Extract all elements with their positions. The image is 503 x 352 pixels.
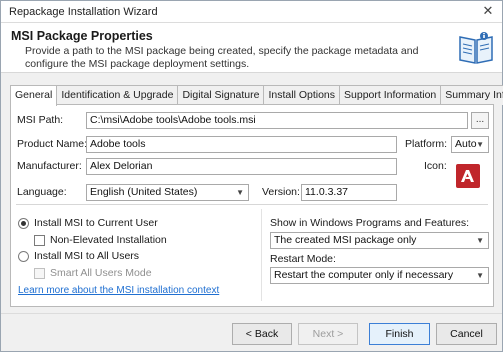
product-name-label: Product Name: bbox=[17, 138, 88, 150]
msi-path-input[interactable]: C:\msi\Adobe tools\Adobe tools.msi bbox=[86, 112, 468, 129]
adobe-icon bbox=[456, 164, 480, 188]
tab-digital-signature[interactable]: Digital Signature bbox=[177, 85, 265, 105]
back-button[interactable]: < Back bbox=[232, 323, 292, 345]
tab-general[interactable]: General bbox=[10, 85, 58, 106]
install-current-user-label[interactable]: Install MSI to Current User bbox=[34, 217, 158, 229]
restart-mode-label: Restart Mode: bbox=[270, 253, 336, 265]
general-panel: MSI Path: C:\msi\Adobe tools\Adobe tools… bbox=[10, 104, 494, 307]
section-divider bbox=[16, 204, 488, 205]
install-all-users-radio[interactable] bbox=[18, 251, 29, 262]
platform-value: Auto bbox=[455, 138, 477, 150]
chevron-down-icon: ▼ bbox=[476, 271, 484, 280]
footer-divider bbox=[1, 313, 502, 314]
cancel-button[interactable]: Cancel bbox=[436, 323, 497, 345]
show-in-programs-value: The created MSI package only bbox=[274, 234, 417, 246]
platform-label: Platform: bbox=[405, 138, 448, 150]
title-bar: Repackage Installation Wizard ✕ bbox=[1, 1, 502, 23]
learn-more-link[interactable]: Learn more about the MSI installation co… bbox=[18, 285, 219, 296]
language-label: Language: bbox=[17, 186, 67, 198]
msi-path-label: MSI Path: bbox=[17, 114, 64, 126]
browse-button[interactable]: ... bbox=[471, 112, 489, 129]
non-elevated-label[interactable]: Non-Elevated Installation bbox=[50, 234, 167, 246]
wizard-header: MSI Package Properties Provide a path to… bbox=[1, 23, 502, 73]
page-description: Provide a path to the MSI package being … bbox=[25, 45, 419, 70]
tab-summary-info[interactable]: Summary Info bbox=[440, 85, 503, 105]
language-value: English (United States) bbox=[90, 186, 198, 198]
version-input[interactable]: 11.0.3.37 bbox=[301, 184, 397, 201]
next-button[interactable]: Next > bbox=[298, 323, 358, 345]
manufacturer-label: Manufacturer: bbox=[17, 160, 82, 172]
tab-identification-upgrade[interactable]: Identification & Upgrade bbox=[56, 85, 179, 105]
tab-install-options[interactable]: Install Options bbox=[263, 85, 341, 105]
version-label: Version: bbox=[262, 186, 300, 198]
chevron-down-icon: ▼ bbox=[236, 188, 244, 197]
install-all-users-label[interactable]: Install MSI to All Users bbox=[34, 250, 139, 262]
platform-dropdown[interactable]: Auto ▼ bbox=[451, 136, 489, 153]
icon-label: Icon: bbox=[424, 160, 447, 172]
page-title: MSI Package Properties bbox=[11, 29, 153, 43]
window-title: Repackage Installation Wizard bbox=[9, 6, 158, 18]
tab-bar: General Identification & Upgrade Digital… bbox=[10, 85, 503, 106]
finish-button[interactable]: Finish bbox=[369, 323, 430, 345]
product-name-input[interactable]: Adobe tools bbox=[86, 136, 397, 153]
tab-support-information[interactable]: Support Information bbox=[339, 85, 442, 105]
show-in-programs-label: Show in Windows Programs and Features: bbox=[270, 217, 470, 229]
chevron-down-icon: ▼ bbox=[476, 236, 484, 245]
chevron-down-icon: ▼ bbox=[476, 140, 484, 149]
manufacturer-input[interactable]: Alex Delorian bbox=[86, 158, 397, 175]
non-elevated-checkbox[interactable] bbox=[34, 235, 45, 246]
column-divider bbox=[261, 209, 262, 301]
show-in-programs-dropdown[interactable]: The created MSI package only ▼ bbox=[270, 232, 489, 249]
package-icon-preview[interactable] bbox=[455, 163, 481, 189]
language-dropdown[interactable]: English (United States) ▼ bbox=[86, 184, 249, 201]
install-current-user-radio[interactable] bbox=[18, 218, 29, 229]
restart-mode-value: Restart the computer only if necessary bbox=[274, 269, 454, 281]
restart-mode-dropdown[interactable]: Restart the computer only if necessary ▼ bbox=[270, 267, 489, 284]
smart-all-users-checkbox[interactable] bbox=[34, 268, 45, 279]
smart-all-users-label: Smart All Users Mode bbox=[50, 267, 152, 279]
wizard-window: Repackage Installation Wizard ✕ MSI Pack… bbox=[0, 0, 503, 352]
close-icon[interactable]: ✕ bbox=[480, 3, 496, 19]
book-icon bbox=[459, 32, 493, 64]
